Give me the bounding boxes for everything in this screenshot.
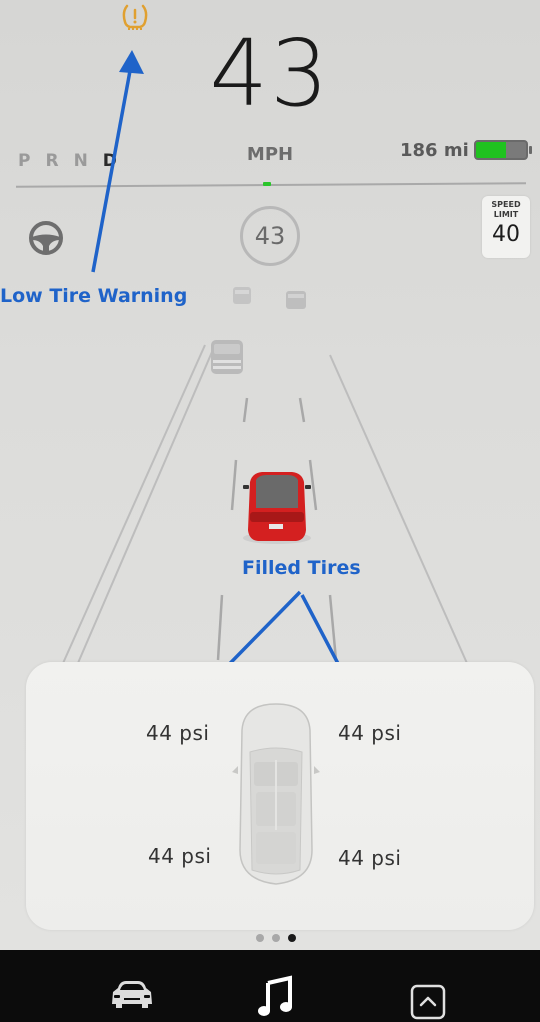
speed-limit-label-1: SPEED (491, 200, 521, 209)
gear-neutral: N (73, 151, 88, 171)
vehicle-ahead (211, 340, 243, 374)
battery-terminal (529, 146, 532, 154)
nav-music-button[interactable] (256, 975, 296, 1019)
page-dot-1[interactable] (256, 934, 264, 942)
steering-wheel-icon[interactable] (28, 220, 64, 256)
filled-tires-annotation: Filled Tires (242, 557, 361, 579)
page-dot-2[interactable] (272, 934, 280, 942)
gear-selector: P R N D (18, 151, 117, 171)
instrument-display: 43 MPH P R N D 186 mi 43 SPEED LIMIT 40 (0, 0, 540, 950)
speed-limit-sign: SPEED LIMIT 40 (482, 196, 530, 258)
tire-pressure-front-right: 44 psi (338, 721, 402, 745)
status-divider (15, 182, 527, 188)
current-speed: 43 (209, 20, 331, 127)
low-tire-warning-annotation: Low Tire Warning (0, 285, 188, 307)
tire-pressure-front-left: 44 psi (146, 721, 210, 745)
ego-vehicle (243, 472, 311, 544)
page-indicator (256, 934, 296, 942)
music-note-icon (258, 975, 292, 1016)
speed-limit-label-2: LIMIT (493, 210, 519, 219)
chevron-up-icon (410, 984, 446, 1020)
range-readout: 186 mi (400, 140, 469, 161)
nav-car-button[interactable] (108, 978, 156, 1012)
tire-pressure-rear-right: 44 psi (338, 846, 402, 870)
lane-position-marker (263, 182, 271, 186)
vehicle-distant-left (233, 287, 251, 304)
vehicle-distant-right (286, 291, 306, 309)
gear-reverse: R (45, 151, 59, 171)
car-icon (112, 981, 152, 1008)
battery-icon (474, 140, 528, 160)
battery-fill (476, 142, 506, 158)
car-top-view-icon (232, 703, 320, 885)
road-visualization (59, 287, 471, 671)
set-speed-indicator[interactable]: 43 (240, 206, 300, 266)
gear-drive: D (102, 151, 117, 171)
speed-limit-value: 40 (492, 222, 520, 247)
page-dot-3[interactable] (288, 934, 296, 942)
tire-pressure-rear-left: 44 psi (148, 844, 212, 868)
gear-park: P (18, 151, 31, 171)
nav-apps-launcher-button[interactable] (410, 984, 446, 1020)
